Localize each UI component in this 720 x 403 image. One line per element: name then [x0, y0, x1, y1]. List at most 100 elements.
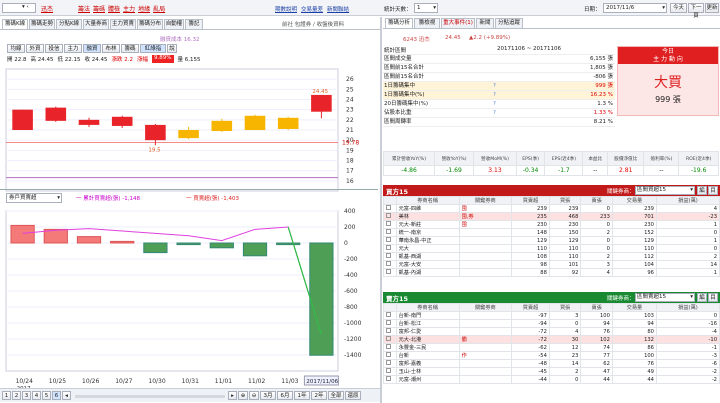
- indicator-foreign[interactable]: 外資: [26, 44, 44, 53]
- row-checkbox[interactable]: [383, 228, 397, 237]
- row-checkbox[interactable]: [383, 260, 397, 269]
- broker-name[interactable]: 永豐金-三民: [395, 343, 460, 352]
- column-header[interactable]: 買張: [548, 196, 582, 205]
- next-page-button[interactable]: 下一頁: [688, 3, 704, 19]
- tab-news[interactable]: 新聞: [476, 18, 494, 28]
- row-checkbox[interactable]: [383, 268, 397, 277]
- help-icon[interactable]: ?: [493, 91, 513, 99]
- page-2[interactable]: 2: [12, 391, 21, 400]
- indicator-chips[interactable]: 籌碼: [121, 44, 139, 53]
- link-主力[interactable]: 主力: [123, 4, 135, 13]
- days-select[interactable]: 1 ▾: [414, 3, 438, 13]
- row-checkbox[interactable]: [383, 367, 397, 376]
- row-checkbox[interactable]: [383, 212, 397, 221]
- row-checkbox[interactable]: [383, 252, 397, 261]
- indicator-help[interactable]: 說: [167, 44, 177, 53]
- tab-kline[interactable]: 籌碼K線: [2, 19, 28, 29]
- help-icon[interactable]: ?: [493, 82, 513, 90]
- broker-name[interactable]: 台新-南門: [395, 311, 460, 320]
- indicator-bollinger[interactable]: 布林: [102, 44, 120, 53]
- column-header[interactable]: 券商名稱: [395, 303, 460, 312]
- table-row[interactable]: 富邦-嘉義 -48 14 62 76 -6: [383, 359, 720, 368]
- row-checkbox[interactable]: [383, 375, 397, 384]
- stock-name[interactable]: 迅杰: [41, 4, 53, 13]
- row-checkbox[interactable]: [383, 220, 397, 229]
- broker-name[interactable]: 元大-北港: [395, 335, 460, 344]
- range-all[interactable]: 全部: [328, 391, 344, 400]
- link-籌法[interactable]: 籌法: [78, 4, 90, 13]
- table-row[interactable]: 永豐金-三民 -62 12 74 86 -1: [383, 343, 720, 352]
- help-icon[interactable]: ?: [493, 109, 513, 117]
- buy-sell-bar-chart[interactable]: 400 200 0 -200 -400 -600 -800 -1000 -1200 -1400 10…: [0, 203, 380, 398]
- broker-name[interactable]: 元富-大安: [395, 260, 460, 269]
- column-header[interactable]: 交易量: [611, 196, 657, 205]
- scroll-left-icon[interactable]: ◂: [62, 391, 71, 400]
- tab-chip-analysis[interactable]: 籌碼分析: [385, 18, 413, 28]
- row-checkbox[interactable]: [383, 204, 397, 213]
- broker-name[interactable]: 統一-南京: [395, 228, 460, 237]
- table-row[interactable]: 元大-新莊囤 230 230 0 230 1: [383, 220, 720, 229]
- column-header[interactable]: 關鍵券商: [458, 303, 513, 312]
- broker-name[interactable]: 元大: [395, 244, 460, 253]
- range-1y[interactable]: 1年: [294, 391, 310, 400]
- tab-trend[interactable]: 籌碼走勢: [29, 19, 55, 29]
- buy-sort-select[interactable]: 區間買超15 ▾: [635, 186, 695, 195]
- column-header[interactable]: 交易量: [611, 303, 657, 312]
- broker-name[interactable]: 元大-新莊: [395, 220, 460, 229]
- link-地緣[interactable]: 地緣: [138, 4, 150, 13]
- buy-table-button[interactable]: 目: [708, 186, 718, 195]
- column-header[interactable]: 賣張: [580, 303, 613, 312]
- help-icon[interactable]: [493, 55, 513, 63]
- sell-table-button[interactable]: 目: [708, 293, 718, 302]
- link-info[interactable]: 期數說明: [275, 5, 297, 13]
- table-row[interactable]: 華南永昌-中正 129 129 0 129 1: [383, 236, 720, 245]
- table-row[interactable]: 元富-四維囤 239 239 0 239 4: [383, 204, 720, 213]
- sell-edit-button[interactable]: 編: [697, 293, 707, 302]
- help-icon[interactable]: [493, 118, 513, 126]
- indicator-redgreen[interactable]: 紅綠指: [140, 44, 166, 53]
- table-row[interactable]: 台新作 -54 23 77 100 -3: [383, 351, 720, 360]
- broker-name[interactable]: 華南永昌-中正: [395, 236, 460, 245]
- calendar-dropdown-icon[interactable]: ▾: [662, 4, 665, 12]
- column-header[interactable]: 損益(萬): [655, 196, 720, 205]
- broker-name[interactable]: 玉山-士林: [395, 367, 460, 376]
- row-checkbox[interactable]: [383, 244, 397, 253]
- row-checkbox[interactable]: [383, 319, 397, 328]
- zoom-out-icon[interactable]: ⊖: [249, 391, 259, 400]
- help-icon[interactable]: [493, 64, 513, 72]
- page-3[interactable]: 3: [22, 391, 31, 400]
- indicator-margin[interactable]: 融資: [83, 44, 101, 53]
- range-6m[interactable]: 6月: [277, 391, 293, 400]
- row-checkbox[interactable]: [383, 359, 397, 368]
- column-header[interactable]: 關鍵券商: [458, 196, 513, 205]
- indicator-main[interactable]: 主力: [64, 44, 82, 53]
- table-row[interactable]: 元富-大安 98 101 3 104 14: [383, 260, 720, 269]
- broker-name[interactable]: 台新-松江: [395, 319, 460, 328]
- date-picker[interactable]: 2017/11/6 ▾: [603, 3, 667, 13]
- tab-major-events[interactable]: 重大事件(1): [441, 18, 475, 28]
- broker-name[interactable]: 凱基-西湖: [395, 252, 460, 261]
- stock-code-input[interactable]: [2, 3, 36, 13]
- restore-button[interactable]: 還原: [345, 391, 361, 400]
- link-籌碼[interactable]: 籌碼: [93, 4, 105, 13]
- broker-name[interactable]: 凱基-內湖: [395, 268, 460, 277]
- range-2y[interactable]: 2年: [311, 391, 327, 400]
- range-3m[interactable]: 3月: [260, 391, 276, 400]
- table-row[interactable]: 凱基-內湖 88 92 4 96 1: [383, 268, 720, 277]
- page-1[interactable]: 1: [2, 391, 11, 400]
- broker-name[interactable]: 元富-潮州: [395, 375, 460, 384]
- zoom-in-icon[interactable]: ⊕: [238, 391, 248, 400]
- tab-auto[interactable]: 自動權: [164, 19, 184, 29]
- today-button[interactable]: 今天: [670, 3, 687, 13]
- lower-indicator-select[interactable]: 券戶買賣超 ▾: [6, 193, 62, 203]
- table-row[interactable]: 凱基-西湖 108 110 2 112 2: [383, 252, 720, 261]
- link-volume[interactable]: 交易量差: [301, 5, 323, 13]
- column-header[interactable]: 賣張: [580, 196, 613, 205]
- table-row[interactable]: 台新-松江 -94 0 94 94 -16: [383, 319, 720, 328]
- dropdown-arrow-icon[interactable]: ▾ ‹: [22, 4, 29, 10]
- column-header[interactable]: 損益(萬): [655, 303, 720, 312]
- table-row[interactable]: 富邦-仁愛 -72 4 76 80 -4: [383, 327, 720, 336]
- horizontal-scrollbar[interactable]: [75, 395, 225, 398]
- row-checkbox[interactable]: [383, 236, 397, 245]
- page-6[interactable]: 6: [52, 391, 61, 400]
